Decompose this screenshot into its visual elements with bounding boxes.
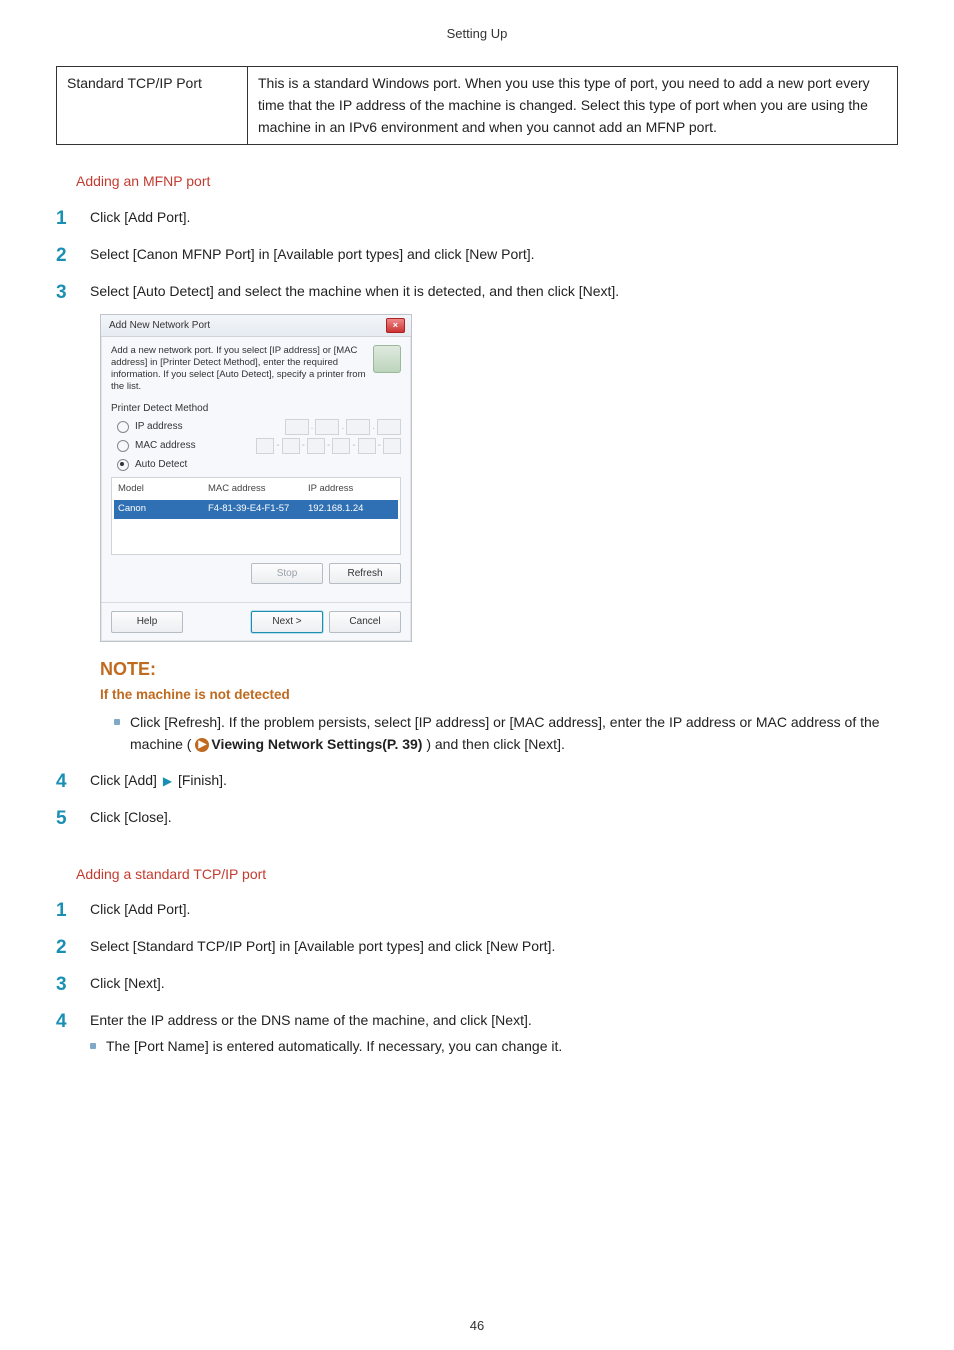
next-button[interactable]: Next > bbox=[251, 611, 323, 633]
col-header-model: Model bbox=[118, 482, 208, 497]
step-text: Click [Next]. bbox=[90, 973, 898, 995]
col-header-mac: MAC address bbox=[208, 482, 308, 497]
note-text-b: ) and then click [Next]. bbox=[426, 736, 565, 752]
cell-mac: F4-81-39-E4-F1-57 bbox=[208, 502, 308, 517]
step-number: 2 bbox=[56, 244, 90, 267]
step-number: 3 bbox=[56, 281, 90, 304]
note-bullet: Click [Refresh]. If the problem persists… bbox=[114, 712, 898, 755]
page-number: 46 bbox=[0, 1316, 954, 1336]
section-title-mfnp: Adding an MFNP port bbox=[76, 171, 898, 193]
port-description-table: Standard TCP/IP Port This is a standard … bbox=[56, 66, 898, 145]
note-heading: NOTE: bbox=[100, 656, 898, 684]
step-number: 5 bbox=[56, 807, 90, 830]
radio-icon bbox=[117, 421, 129, 433]
radio-mac-address[interactable]: MAC address ----- bbox=[111, 438, 401, 454]
col-header-ip: IP address bbox=[308, 482, 394, 497]
step-number: 4 bbox=[56, 770, 90, 793]
section-title-tcpip: Adding a standard TCP/IP port bbox=[76, 864, 898, 886]
step-text: Select [Standard TCP/IP Port] in [Availa… bbox=[90, 936, 898, 958]
step-text: Click [Add] ▶ [Finish]. bbox=[90, 770, 898, 792]
printer-list[interactable]: Model MAC address IP address Canon F4-81… bbox=[111, 477, 401, 555]
xref-icon: ▶ bbox=[195, 738, 209, 752]
radio-icon bbox=[117, 459, 129, 471]
arrow-right-icon: ▶ bbox=[163, 772, 172, 791]
radio-auto-detect[interactable]: Auto Detect bbox=[111, 457, 401, 473]
table-value-cell: This is a standard Windows port. When yo… bbox=[248, 67, 898, 145]
xref-link[interactable]: Viewing Network Settings(P. 39) bbox=[211, 736, 422, 752]
dialog-title: Add New Network Port bbox=[109, 318, 210, 334]
close-icon[interactable]: × bbox=[386, 318, 405, 333]
step-text: Enter the IP address or the DNS name of … bbox=[90, 1010, 898, 1032]
step-number: 2 bbox=[56, 936, 90, 959]
list-item[interactable]: Canon F4-81-39-E4-F1-57 192.168.1.24 bbox=[114, 500, 398, 519]
running-header: Setting Up bbox=[56, 24, 898, 44]
step-text: Select [Auto Detect] and select the mach… bbox=[90, 281, 898, 303]
cell-model: Canon bbox=[118, 502, 208, 517]
step-number: 3 bbox=[56, 973, 90, 996]
stop-button[interactable]: Stop bbox=[251, 563, 323, 585]
group-label: Printer Detect Method bbox=[111, 401, 401, 417]
radio-ip-address[interactable]: IP address ... bbox=[111, 419, 401, 435]
step-text: Click [Add Port]. bbox=[90, 899, 898, 921]
step-number: 1 bbox=[56, 207, 90, 230]
help-button[interactable]: Help bbox=[111, 611, 183, 633]
cancel-button[interactable]: Cancel bbox=[329, 611, 401, 633]
radio-label: IP address bbox=[135, 419, 183, 435]
radio-icon bbox=[117, 440, 129, 452]
step-text: Click [Add Port]. bbox=[90, 207, 898, 229]
refresh-button[interactable]: Refresh bbox=[329, 563, 401, 585]
cell-ip: 192.168.1.24 bbox=[308, 502, 394, 517]
dialog-instruction: Add a new network port. If you select [I… bbox=[111, 345, 367, 393]
step-number: 1 bbox=[56, 899, 90, 922]
step-sub-bullet: The [Port Name] is entered automatically… bbox=[90, 1036, 898, 1058]
step-text: Click [Close]. bbox=[90, 807, 898, 829]
step-number: 4 bbox=[56, 1010, 90, 1033]
radio-label: MAC address bbox=[135, 438, 196, 454]
step-text: Select [Canon MFNP Port] in [Available p… bbox=[90, 244, 898, 266]
radio-label: Auto Detect bbox=[135, 457, 187, 473]
note-subheading: If the machine is not detected bbox=[100, 685, 898, 706]
printer-icon bbox=[373, 345, 401, 373]
dialog-add-network-port: Add New Network Port × Add a new network… bbox=[100, 314, 412, 642]
table-key-cell: Standard TCP/IP Port bbox=[57, 67, 248, 145]
